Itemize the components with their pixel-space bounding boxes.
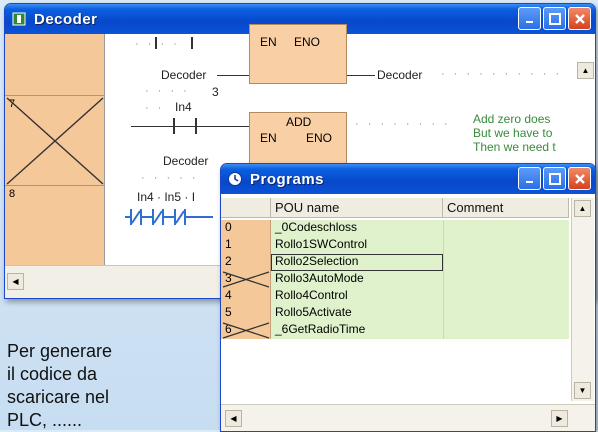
variable-label: Decoder bbox=[163, 154, 209, 168]
pou-name-header[interactable]: POU name bbox=[271, 198, 443, 218]
minimize-button[interactable] bbox=[518, 7, 541, 30]
negated-contacts-icon bbox=[125, 209, 213, 225]
caption-text: Per generare il codice da scaricare nel … bbox=[7, 341, 113, 430]
table-row[interactable]: 4 Rollo4Control bbox=[221, 288, 569, 305]
scroll-left-button[interactable]: ◀ bbox=[225, 410, 242, 427]
disabled-cross-icon bbox=[222, 271, 270, 288]
disabled-cross-icon bbox=[222, 322, 270, 339]
close-button[interactable] bbox=[568, 167, 591, 190]
function-block[interactable]: EN ENO bbox=[249, 24, 347, 84]
output-variable: Decoder bbox=[377, 68, 423, 82]
table-row[interactable]: 0 _0Codeschloss bbox=[221, 220, 569, 237]
table-row-selected[interactable]: 2 Rollo2Selection bbox=[221, 254, 569, 271]
scroll-up-button[interactable]: ▲ bbox=[577, 62, 594, 79]
comment-line: Then we need t bbox=[473, 140, 556, 154]
maximize-button[interactable] bbox=[543, 167, 566, 190]
pou-grid[interactable]: POU name Comment 0 _0Codeschloss 1 Rollo… bbox=[221, 194, 595, 431]
programs-titlebar[interactable]: Programs bbox=[221, 164, 595, 194]
variable-label: Decoder bbox=[161, 68, 207, 82]
network-header[interactable] bbox=[5, 34, 105, 96]
comment-line: Add zero does bbox=[473, 112, 551, 126]
programs-window: Programs POU name Comment 0 _0Codeschlos… bbox=[220, 163, 596, 432]
network-header[interactable]: 7 bbox=[5, 96, 105, 186]
table-row[interactable]: 1 Rollo1SWControl bbox=[221, 237, 569, 254]
row-number-header bbox=[221, 198, 271, 218]
window-title: Decoder bbox=[34, 10, 98, 28]
table-row[interactable]: 5 Rollo5Activate bbox=[221, 305, 569, 322]
clock-icon bbox=[227, 171, 243, 187]
maximize-button[interactable] bbox=[543, 7, 566, 30]
scroll-right-button[interactable]: ▶ bbox=[551, 410, 568, 427]
minimize-button[interactable] bbox=[518, 167, 541, 190]
window-title: Programs bbox=[250, 170, 325, 188]
disabled-network-cross-icon bbox=[6, 97, 104, 185]
network-header[interactable]: 8 bbox=[5, 186, 105, 266]
vertical-scrollbar[interactable]: ▲ ▼ bbox=[571, 198, 594, 401]
table-row[interactable]: 3 Rollo3AutoMode bbox=[221, 271, 569, 288]
scroll-up-button[interactable]: ▲ bbox=[574, 200, 591, 217]
comment-line: But we have to bbox=[473, 126, 553, 140]
program-icon bbox=[11, 11, 27, 27]
scroll-down-button[interactable]: ▼ bbox=[574, 382, 591, 399]
close-button[interactable] bbox=[568, 7, 591, 30]
comment-header[interactable]: Comment bbox=[443, 198, 569, 218]
contact-labels: In4 · In5 · I bbox=[137, 190, 196, 204]
constant-label: 3 bbox=[212, 85, 219, 99]
table-row[interactable]: 6 _6GetRadioTime bbox=[221, 322, 569, 339]
horizontal-scrollbar[interactable]: ◀ ▶ bbox=[221, 404, 595, 431]
contact-label: In4 bbox=[175, 100, 192, 114]
scroll-left-button[interactable]: ◀ bbox=[7, 273, 24, 290]
